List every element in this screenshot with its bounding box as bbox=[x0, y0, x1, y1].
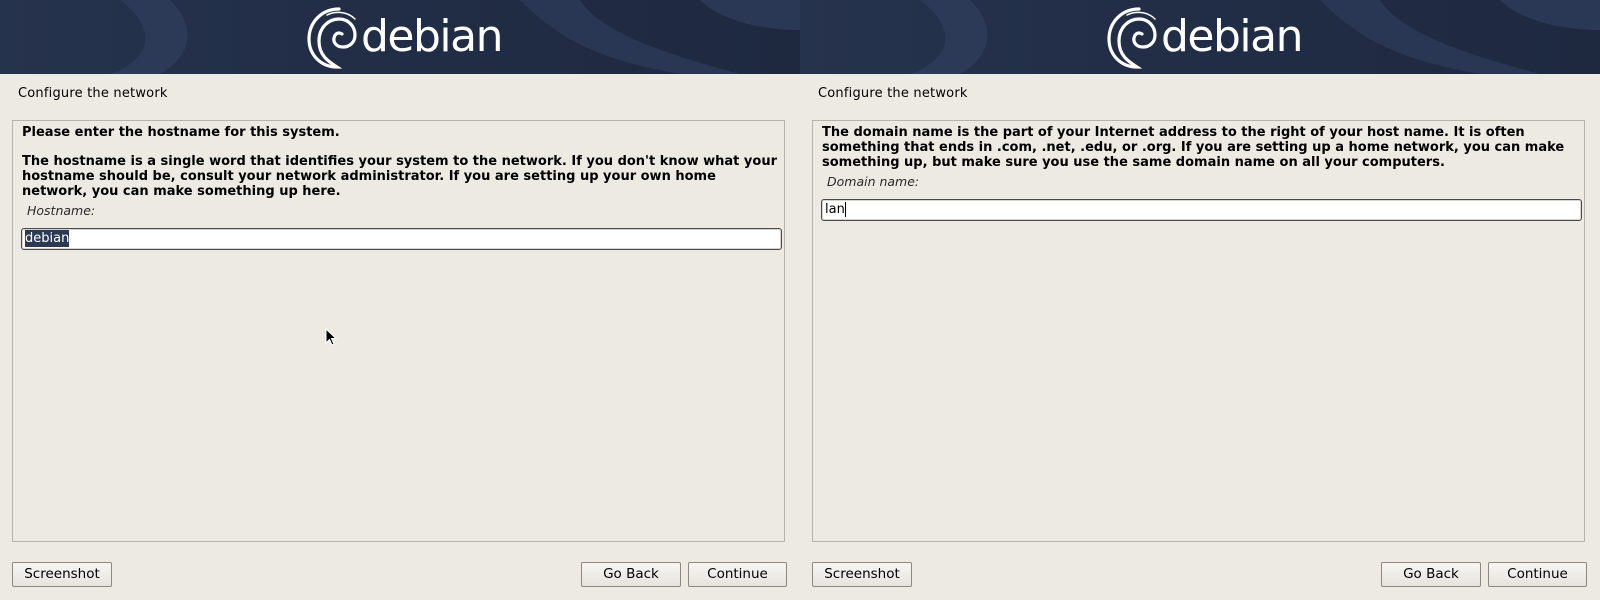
debian-banner: debian bbox=[0, 0, 800, 74]
hostname-input-value: debian bbox=[25, 230, 70, 247]
continue-button[interactable]: Continue bbox=[1488, 562, 1587, 587]
go-back-button[interactable]: Go Back bbox=[581, 562, 681, 587]
hostname-input[interactable]: debian bbox=[21, 228, 782, 250]
debian-logo: debian bbox=[305, 5, 504, 71]
page-title: Configure the network bbox=[18, 86, 168, 101]
description-text: The hostname is a single word that ident… bbox=[22, 154, 777, 199]
page-title: Configure the network bbox=[818, 86, 968, 101]
go-back-button[interactable]: Go Back bbox=[1381, 562, 1481, 587]
screenshot-button[interactable]: Screenshot bbox=[812, 562, 912, 587]
debian-swirl-icon bbox=[1107, 7, 1157, 69]
hostname-label: Hostname: bbox=[27, 203, 96, 218]
description-text: The domain name is the part of your Inte… bbox=[822, 125, 1565, 170]
mouse-pointer-icon bbox=[325, 328, 338, 346]
continue-button[interactable]: Continue bbox=[688, 562, 787, 587]
installer-screens: debian Configure the network Please ente… bbox=[0, 0, 1600, 600]
text-caret bbox=[844, 202, 846, 217]
debian-wordmark: debian bbox=[361, 11, 504, 62]
debian-banner: debian bbox=[800, 0, 1600, 74]
debian-swirl-icon bbox=[307, 7, 357, 69]
domain-name-label: Domain name: bbox=[827, 174, 920, 189]
hostname-screen: debian Configure the network Please ente… bbox=[0, 0, 800, 600]
debian-wordmark: debian bbox=[1161, 11, 1304, 62]
question-box: Please enter the hostname for this syste… bbox=[12, 120, 785, 542]
debian-logo: debian bbox=[1105, 5, 1304, 71]
question-box: The domain name is the part of your Inte… bbox=[812, 120, 1585, 542]
domain-name-input[interactable]: lan bbox=[821, 199, 1582, 221]
screenshot-button[interactable]: Screenshot bbox=[12, 562, 112, 587]
domain-name-input-value: lan bbox=[825, 202, 845, 217]
question-text: Please enter the hostname for this syste… bbox=[22, 125, 340, 140]
domain-screen: debian Configure the network The domain … bbox=[800, 0, 1600, 600]
